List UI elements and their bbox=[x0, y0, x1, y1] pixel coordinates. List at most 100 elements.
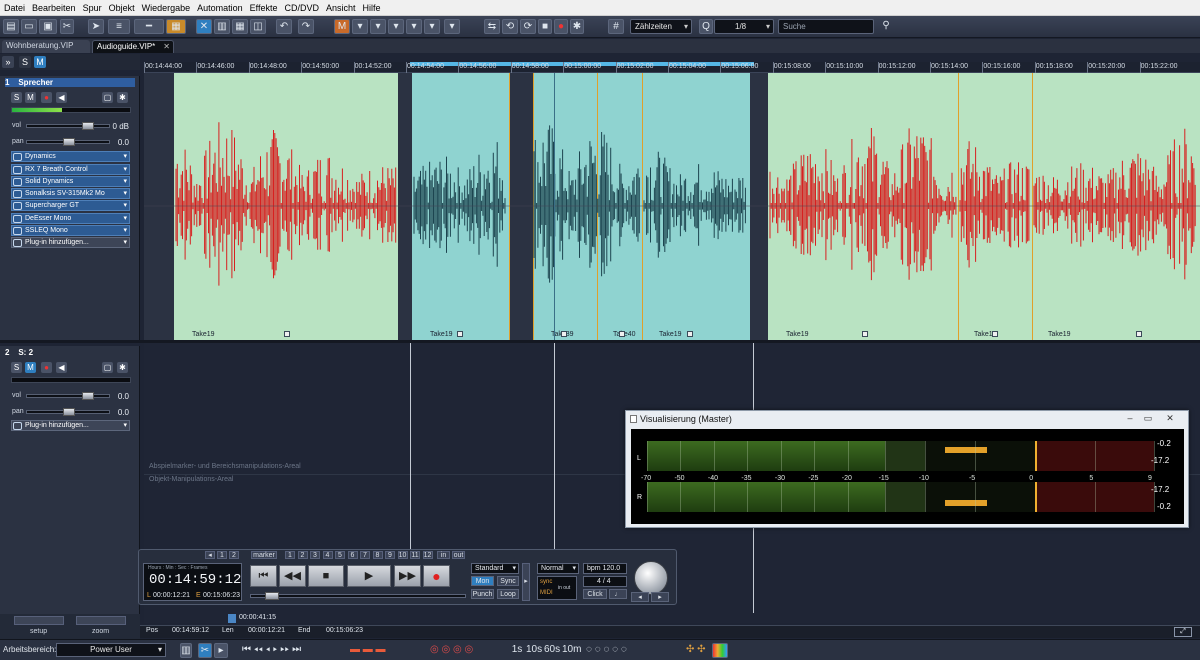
close-icon[interactable]: ✕ bbox=[1164, 413, 1176, 424]
power-icon[interactable] bbox=[13, 166, 22, 174]
play-range-icon[interactable]: ▸ bbox=[214, 643, 228, 658]
time-display[interactable]: Hours : Min : Sec : Frames 00:14:59:12 L… bbox=[143, 563, 242, 601]
mode-select[interactable]: Standard ▾ bbox=[471, 563, 519, 574]
chevron-down-icon[interactable]: ▾ bbox=[123, 214, 127, 224]
marker-1-button[interactable]: 1 bbox=[217, 551, 227, 559]
crossfade-icon[interactable]: ✕ bbox=[196, 19, 212, 34]
metronome-icon[interactable]: ♩ bbox=[609, 589, 627, 599]
chevron-down-icon[interactable]: ▾ bbox=[123, 152, 127, 162]
time-ruler[interactable]: 00:14:44:00 00:14:46:00 00:14:48:00 00:14:5… bbox=[144, 62, 1200, 73]
undo-icon[interactable]: ↶ bbox=[276, 19, 292, 34]
snap-icon[interactable]: ▥ bbox=[214, 19, 230, 34]
maximize-icon[interactable]: ▭ bbox=[1142, 413, 1154, 424]
menu-effekte[interactable]: Effekte bbox=[250, 3, 278, 13]
marker-number-button[interactable]: 11 bbox=[410, 551, 420, 559]
arrangement-track-1[interactable]: Take19 Take19 Take39 Take40 Take19 Take1… bbox=[144, 73, 1200, 340]
range-tool-icon[interactable]: ≡ bbox=[108, 19, 130, 34]
playback-cursor[interactable] bbox=[554, 343, 555, 549]
stop-icon[interactable]: ■ bbox=[538, 19, 552, 34]
new-file-icon[interactable]: ▤ bbox=[3, 19, 19, 34]
stop-button[interactable]: ■ bbox=[308, 565, 344, 587]
menu-cd-dvd[interactable]: CD/DVD bbox=[285, 3, 320, 13]
marker-number-button[interactable]: 12 bbox=[422, 551, 433, 559]
selection-start-line[interactable] bbox=[410, 343, 411, 549]
record-arm-icon[interactable]: ● bbox=[41, 362, 52, 373]
track1-solo-button[interactable]: S bbox=[11, 92, 22, 103]
menu-spur[interactable]: Spur bbox=[83, 3, 102, 13]
menu-automation[interactable]: Automation bbox=[197, 3, 243, 13]
track2-vol-slider[interactable] bbox=[26, 392, 110, 400]
marker-nav-icon[interactable]: ▾ bbox=[352, 19, 368, 34]
plugin-slot[interactable]: Sonalksis SV-315Mk2 Mo ▾ bbox=[11, 188, 130, 199]
menu-ansicht[interactable]: Ansicht bbox=[326, 3, 356, 13]
track2-solo-button[interactable]: S bbox=[11, 362, 22, 373]
visualization-window[interactable]: Visualisierung (Master) – ▭ ✕ L R -70 -50… bbox=[625, 410, 1189, 528]
chevron-down-icon[interactable]: ▾ bbox=[123, 165, 127, 175]
marker-number-button[interactable]: 3 bbox=[310, 551, 320, 559]
grid-hash-icon[interactable]: # bbox=[608, 19, 624, 34]
len-value[interactable]: 00:00:12:21 bbox=[248, 627, 285, 634]
split-icon[interactable]: ◫ bbox=[250, 19, 266, 34]
power-icon[interactable] bbox=[13, 215, 22, 223]
plugin-slot[interactable]: Dynamics ▾ bbox=[11, 151, 130, 162]
out-button[interactable]: out bbox=[452, 551, 465, 559]
plugin-slot[interactable]: Supercharger GT ▾ bbox=[11, 200, 130, 211]
zoom-10m[interactable]: 10m bbox=[562, 643, 581, 658]
chevron-down-icon[interactable]: ▾ bbox=[123, 421, 127, 431]
fast-forward-button[interactable]: ▶▶ bbox=[394, 565, 421, 587]
playback-cursor[interactable] bbox=[554, 73, 555, 340]
spectrum-icon[interactable] bbox=[712, 643, 728, 658]
zoom-buttons[interactable] bbox=[76, 616, 126, 625]
in-button[interactable]: in bbox=[437, 551, 450, 559]
marker-number-button[interactable]: 2 bbox=[297, 551, 308, 559]
grid-value-select[interactable]: 1/8 ▾ bbox=[714, 19, 774, 34]
position-slider[interactable] bbox=[250, 592, 466, 600]
marker-2-button[interactable]: 2 bbox=[229, 551, 239, 559]
speaker-icon[interactable]: ◀ bbox=[56, 92, 67, 103]
marker-delete-icon[interactable]: ▾ bbox=[388, 19, 404, 34]
marker-number-button[interactable]: 5 bbox=[335, 551, 345, 559]
slider-handle[interactable] bbox=[265, 592, 279, 600]
zoom-60s[interactable]: 60s bbox=[544, 643, 560, 658]
record-arm-icon[interactable]: ● bbox=[41, 92, 52, 103]
menu-bearbeiten[interactable]: Bearbeiten bbox=[32, 3, 76, 13]
zoom-10s[interactable]: 10s bbox=[526, 643, 542, 658]
play-mode-select[interactable]: Normal ▾ bbox=[537, 563, 579, 574]
navigation-icons[interactable]: ⏮ ◂◂ ◂ ▸ ▸▸ ⏭ bbox=[242, 643, 342, 658]
expand-button[interactable]: » bbox=[2, 56, 14, 68]
marker-number-button[interactable]: 7 bbox=[360, 551, 370, 559]
mon-button[interactable]: Mon bbox=[471, 576, 494, 586]
global-solo-button[interactable]: S bbox=[19, 56, 31, 68]
sync-midi-indicator[interactable]: sync MIDI in out bbox=[537, 576, 577, 600]
close-icon[interactable]: ✕ bbox=[163, 41, 170, 53]
tab-audioguide[interactable]: Audioguide.VIP* ✕ bbox=[92, 40, 174, 53]
bpm-field[interactable]: bpm 120.0 bbox=[583, 563, 627, 574]
marker-prev-icon[interactable]: ▾ bbox=[406, 19, 422, 34]
power-icon[interactable] bbox=[13, 178, 22, 186]
chevron-down-icon[interactable]: ▾ bbox=[123, 226, 127, 236]
end-value[interactable]: 00:15:06:23 bbox=[326, 627, 363, 634]
record-button[interactable]: ● bbox=[423, 565, 450, 587]
loop-icon[interactable]: ⟲ bbox=[502, 19, 518, 34]
marker-number-button[interactable]: 10 bbox=[397, 551, 408, 559]
time-signature-field[interactable]: 4 / 4 bbox=[583, 576, 627, 587]
menu-wiedergabe[interactable]: Wiedergabe bbox=[142, 3, 191, 13]
cut-icon[interactable]: ✂ bbox=[60, 19, 74, 34]
quantize-icon[interactable]: Q bbox=[699, 19, 713, 34]
tab-wohnberatung[interactable]: Wohnberatung.VIP bbox=[2, 40, 90, 53]
speaker-icon[interactable]: ◀ bbox=[56, 362, 67, 373]
sync-button[interactable]: Sync bbox=[497, 576, 519, 586]
slider-handle[interactable] bbox=[82, 122, 94, 130]
counter-mode-select[interactable]: Zählzeiten ▾ bbox=[630, 19, 692, 34]
marker-next-icon[interactable]: ▾ bbox=[424, 19, 440, 34]
track2-mute-button[interactable]: M bbox=[25, 362, 36, 373]
search-icon[interactable]: ⚲ bbox=[878, 19, 894, 34]
rewind-start-button[interactable]: ⏮ bbox=[250, 565, 277, 587]
loop-button[interactable]: Loop bbox=[497, 589, 519, 599]
play-button[interactable]: ▶ bbox=[347, 565, 391, 587]
grid-icon[interactable]: ▦ bbox=[232, 19, 248, 34]
plugin-slot[interactable]: Solid Dynamics ▾ bbox=[11, 176, 130, 187]
power-icon[interactable] bbox=[13, 202, 22, 210]
mixer-icon[interactable]: ▥ bbox=[180, 643, 192, 658]
slider-handle[interactable] bbox=[63, 138, 75, 146]
